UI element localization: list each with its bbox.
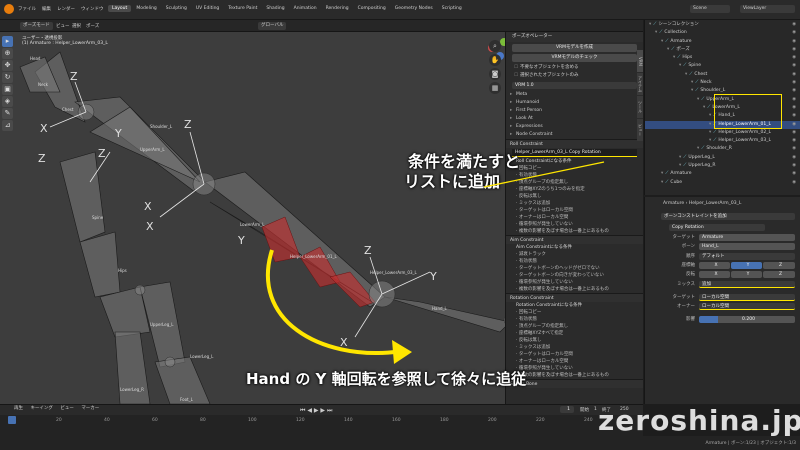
curved-arrow (265, 249, 396, 355)
watermark-logo: zeroshina.jp (598, 404, 800, 437)
pointer-line (483, 161, 605, 188)
arrow-head (392, 340, 412, 364)
annotation-bottom: Hand の Y 軸回転を参照して徐々に追従 (246, 370, 527, 388)
